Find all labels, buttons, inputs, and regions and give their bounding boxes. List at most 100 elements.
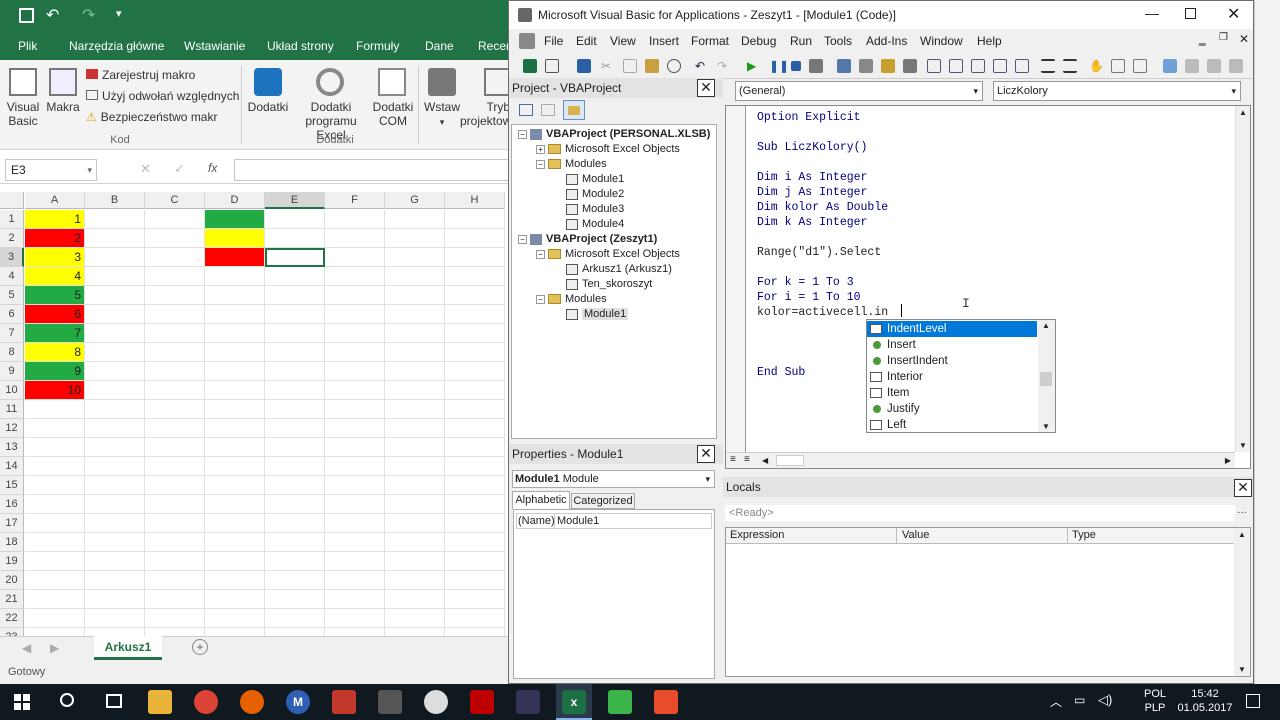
view-code-icon[interactable] xyxy=(519,104,533,116)
tree-item[interactable]: − Modules xyxy=(536,158,607,170)
cell[interactable] xyxy=(145,248,205,267)
toolbox-icon[interactable] xyxy=(903,59,917,73)
cell[interactable]: 7 xyxy=(25,324,85,343)
design-mode-icon[interactable] xyxy=(809,59,823,73)
row-header[interactable]: 11 xyxy=(0,400,24,419)
cell[interactable] xyxy=(85,210,145,229)
insert-controls-button[interactable]: Wstaw ▾ xyxy=(420,100,464,129)
cell[interactable] xyxy=(205,362,265,381)
row-header[interactable]: 23 xyxy=(0,628,24,636)
cell[interactable] xyxy=(205,457,265,476)
cell[interactable] xyxy=(85,229,145,248)
object-browser-icon[interactable] xyxy=(881,59,895,73)
autocomplete-item[interactable]: Insert xyxy=(867,337,1037,353)
row-header[interactable]: 18 xyxy=(0,533,24,552)
cell[interactable] xyxy=(445,286,505,305)
cell[interactable] xyxy=(325,571,385,590)
bookmark-app-icon[interactable] xyxy=(332,690,356,714)
project-close-icon[interactable]: ✕ xyxy=(697,79,715,97)
cell[interactable] xyxy=(385,609,445,628)
tree-item[interactable]: Module2 xyxy=(554,188,624,200)
cell[interactable] xyxy=(205,343,265,362)
row-header[interactable]: 1 xyxy=(0,210,24,229)
cell[interactable] xyxy=(265,286,325,305)
cell[interactable] xyxy=(145,210,205,229)
tab-categorized[interactable]: Categorized xyxy=(571,493,635,509)
cell[interactable] xyxy=(385,571,445,590)
calculator-icon[interactable] xyxy=(378,690,402,714)
camtasia-red-icon[interactable] xyxy=(654,690,678,714)
cell[interactable] xyxy=(265,229,325,248)
toggle-bookmark-icon[interactable] xyxy=(1163,59,1177,73)
menu-file[interactable]: File xyxy=(544,34,563,48)
locals-col-expression[interactable]: Expression xyxy=(730,528,784,543)
save-icon[interactable] xyxy=(577,59,591,73)
cell[interactable] xyxy=(85,419,145,438)
cell[interactable]: 10 xyxy=(25,381,85,400)
expander-icon[interactable]: − xyxy=(518,234,527,244)
autocomplete-item[interactable]: IndentLevel xyxy=(867,321,1037,337)
cell[interactable] xyxy=(325,457,385,476)
cell[interactable] xyxy=(325,267,385,286)
cell[interactable] xyxy=(145,229,205,248)
row-header[interactable]: 3 xyxy=(0,248,24,267)
cell[interactable] xyxy=(385,419,445,438)
cell[interactable] xyxy=(145,495,205,514)
cell[interactable] xyxy=(145,381,205,400)
cell[interactable] xyxy=(445,609,505,628)
parameter-info-icon[interactable] xyxy=(993,59,1007,73)
menu-format[interactable]: Format xyxy=(691,34,729,48)
cell[interactable] xyxy=(445,438,505,457)
paste-icon[interactable] xyxy=(645,59,659,73)
row-header[interactable]: 10 xyxy=(0,381,24,400)
cell[interactable] xyxy=(145,552,205,571)
customize-qat-icon[interactable]: ▾ xyxy=(116,7,122,20)
cell[interactable] xyxy=(85,286,145,305)
cell[interactable] xyxy=(325,229,385,248)
cell[interactable] xyxy=(265,419,325,438)
autocomplete-item[interactable]: Interior xyxy=(867,369,1037,385)
row-header[interactable]: 12 xyxy=(0,419,24,438)
autocomplete-item[interactable]: Item xyxy=(867,385,1037,401)
cell[interactable] xyxy=(265,305,325,324)
cell[interactable] xyxy=(145,362,205,381)
tree-item[interactable]: − Microsoft Excel Objects xyxy=(536,248,680,260)
cell[interactable] xyxy=(385,514,445,533)
cell[interactable] xyxy=(85,362,145,381)
cell[interactable]: 8 xyxy=(25,343,85,362)
cell[interactable] xyxy=(325,495,385,514)
search-icon[interactable] xyxy=(60,693,74,707)
cell[interactable] xyxy=(265,210,325,229)
insert-module-icon[interactable] xyxy=(545,59,559,73)
notifications-icon[interactable] xyxy=(1246,694,1260,708)
task-view-icon[interactable] xyxy=(106,694,122,708)
cell[interactable] xyxy=(145,590,205,609)
tab-narzedzia-glowne[interactable]: Narzędzia główne xyxy=(69,39,164,53)
cell[interactable] xyxy=(325,438,385,457)
cell[interactable] xyxy=(25,400,85,419)
property-row-name[interactable]: (Name) Module1 xyxy=(516,513,712,529)
cell[interactable] xyxy=(85,438,145,457)
cell[interactable] xyxy=(325,381,385,400)
autocomplete-scrollbar[interactable]: ▲ ▼ xyxy=(1038,320,1055,432)
locals-col-value[interactable]: Value xyxy=(902,528,929,543)
cell[interactable] xyxy=(445,229,505,248)
cell[interactable] xyxy=(205,229,265,248)
record-macro-button[interactable]: Zarejestruj makro xyxy=(86,68,195,82)
uncomment-block-icon[interactable] xyxy=(1133,59,1147,73)
cell[interactable] xyxy=(325,533,385,552)
cell[interactable] xyxy=(205,324,265,343)
cell[interactable] xyxy=(205,400,265,419)
expander-icon[interactable]: + xyxy=(536,144,545,154)
cell[interactable] xyxy=(325,210,385,229)
excel-taskbar-icon[interactable]: x xyxy=(562,690,586,714)
column-header[interactable]: F xyxy=(325,192,385,209)
comment-block-icon[interactable] xyxy=(1111,59,1125,73)
cell[interactable] xyxy=(85,476,145,495)
expander-icon[interactable]: − xyxy=(536,249,545,259)
tree-item[interactable]: Module1 xyxy=(554,308,629,320)
cell[interactable] xyxy=(25,590,85,609)
cell[interactable] xyxy=(205,609,265,628)
next-sheet-icon[interactable]: ▶ xyxy=(50,641,59,655)
expander-icon[interactable]: − xyxy=(518,129,527,139)
